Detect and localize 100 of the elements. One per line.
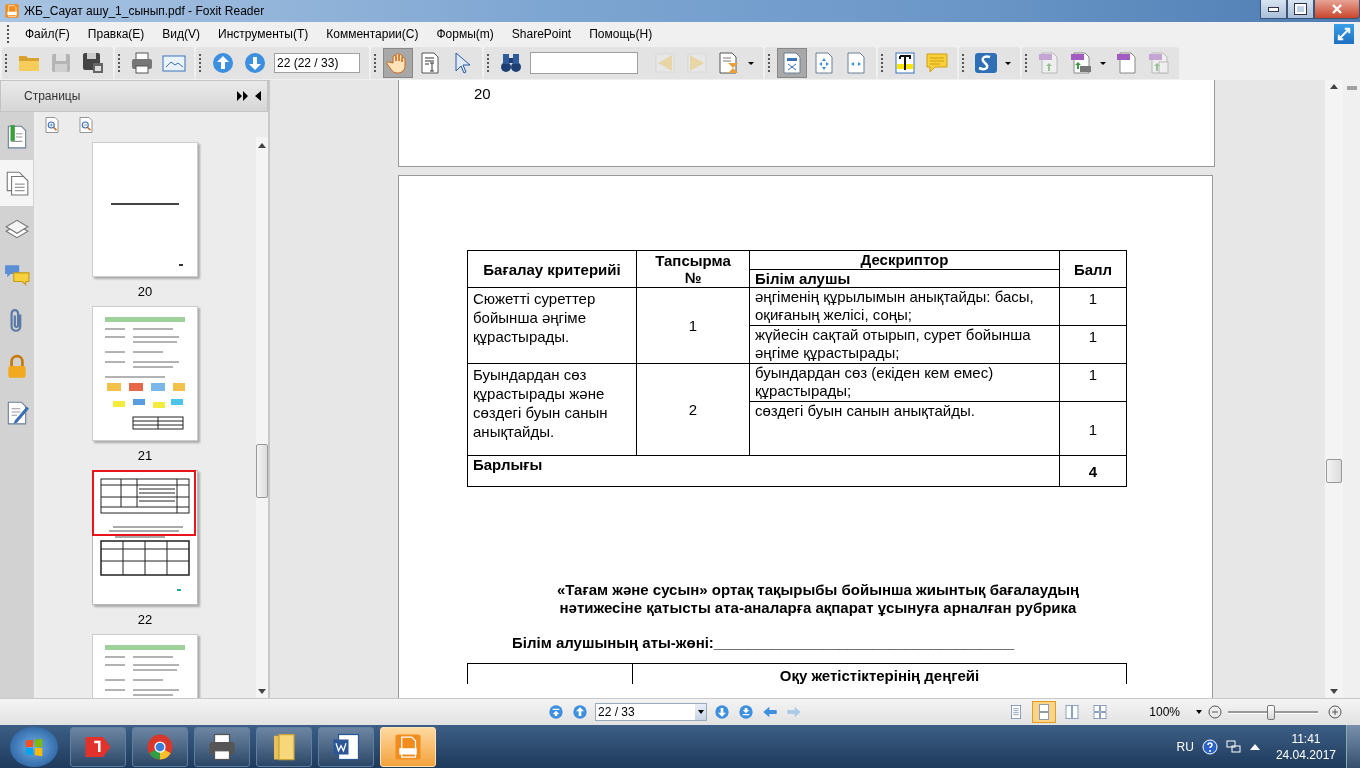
page-number-field[interactable]: 22 / 33 bbox=[595, 703, 707, 721]
viewport-frame[interactable] bbox=[92, 470, 196, 536]
grip-handle[interactable] bbox=[5, 54, 7, 72]
scroll-up-icon[interactable] bbox=[258, 143, 266, 148]
double-arrow-icon[interactable] bbox=[237, 91, 249, 101]
search-field[interactable] bbox=[530, 52, 638, 74]
show-hidden-icons-icon[interactable] bbox=[1249, 743, 1260, 750]
signature-icon bbox=[974, 51, 998, 75]
restore-button[interactable] bbox=[1287, 0, 1314, 19]
yandex-button[interactable] bbox=[70, 726, 126, 767]
network-icon[interactable] bbox=[1225, 738, 1242, 755]
scrollbar[interactable] bbox=[256, 137, 268, 698]
continuous-facing-icon bbox=[1092, 704, 1109, 720]
scrollbar-thumb[interactable] bbox=[256, 444, 268, 498]
grip-handle[interactable] bbox=[7, 25, 9, 43]
last-button[interactable] bbox=[737, 703, 755, 721]
right-arrow-icon bbox=[786, 704, 802, 720]
close-icon bbox=[1331, 3, 1343, 15]
page-thumbnail[interactable] bbox=[92, 306, 198, 441]
actual-size-button[interactable] bbox=[777, 48, 807, 78]
table-cell: 1 bbox=[1059, 401, 1127, 456]
explorer-button[interactable] bbox=[256, 726, 312, 767]
shrink-thumbnails-button[interactable] bbox=[76, 114, 96, 135]
caret-icon[interactable] bbox=[748, 61, 754, 65]
left-arrow-icon bbox=[762, 704, 778, 720]
dropdown-button[interactable] bbox=[695, 704, 706, 720]
collapse-arrow-icon[interactable] bbox=[255, 91, 261, 101]
language-indicator[interactable]: RU bbox=[1176, 739, 1194, 754]
clock-time[interactable]: 11:41 bbox=[1291, 730, 1321, 747]
help-icon[interactable] bbox=[1201, 738, 1218, 755]
typewriter-icon bbox=[893, 51, 917, 75]
caret-icon[interactable] bbox=[1196, 710, 1202, 714]
start-button[interactable] bbox=[10, 726, 58, 767]
fit-page-icon bbox=[812, 51, 836, 75]
caret-icon[interactable] bbox=[1005, 61, 1011, 65]
scrollbar[interactable] bbox=[1325, 80, 1343, 698]
zoom-out-icon[interactable] bbox=[1208, 705, 1222, 719]
grip-handle[interactable] bbox=[768, 54, 770, 72]
table-cell: 1 bbox=[636, 287, 750, 364]
scrollbar-thumb[interactable] bbox=[1326, 459, 1342, 483]
grip-handle[interactable] bbox=[1025, 54, 1027, 72]
show-desktop-button[interactable] bbox=[1346, 725, 1360, 768]
grip-handle[interactable] bbox=[487, 54, 489, 72]
table-cell: сөздегі буын санын анықтайды. bbox=[749, 401, 1060, 456]
caret-icon[interactable] bbox=[1100, 61, 1106, 65]
printer-icon bbox=[130, 51, 154, 75]
table-cell: буындардан сөз (екіден кем емес) құрастырады; bbox=[749, 363, 1060, 402]
first-button[interactable] bbox=[547, 703, 565, 721]
splitter-icon[interactable] bbox=[1346, 84, 1357, 92]
speech-bubble-icon bbox=[925, 51, 949, 75]
zoom-in-icon[interactable] bbox=[1328, 705, 1342, 719]
slider-thumb[interactable] bbox=[1267, 704, 1276, 720]
menu-item[interactable]: Правка(E) bbox=[78, 27, 154, 41]
page-thumbnail[interactable] bbox=[92, 142, 198, 277]
minimize-button[interactable] bbox=[1260, 0, 1287, 19]
enlarge-thumbnails-button[interactable] bbox=[42, 114, 62, 135]
menu-item[interactable]: Помощь(H) bbox=[580, 27, 662, 41]
chrome-button[interactable] bbox=[132, 726, 188, 767]
pdf-document-icon bbox=[1115, 51, 1139, 75]
page-thumbnail[interactable] bbox=[92, 470, 198, 605]
table-cell: 1 bbox=[1059, 363, 1127, 402]
pdf-document-icon bbox=[1037, 51, 1061, 75]
table-cell: 2 bbox=[636, 363, 750, 456]
next-button[interactable] bbox=[713, 703, 731, 721]
panel-title: Страницы bbox=[24, 89, 82, 103]
actual-size-icon bbox=[780, 51, 804, 75]
page-number-label: 20 bbox=[137, 283, 153, 301]
menu-item[interactable]: Инструменты(T) bbox=[209, 27, 318, 41]
scroll-up-icon[interactable] bbox=[1330, 84, 1338, 89]
foxit-button[interactable] bbox=[380, 726, 436, 767]
word-button[interactable] bbox=[318, 726, 374, 767]
menu-item[interactable]: Файл(F) bbox=[16, 27, 79, 41]
printer-icon bbox=[207, 731, 237, 762]
grip-handle[interactable] bbox=[962, 54, 964, 72]
close-button[interactable] bbox=[1314, 0, 1360, 19]
grip-handle[interactable] bbox=[199, 54, 201, 72]
previous-button[interactable] bbox=[571, 703, 589, 721]
menu-item[interactable]: SharePoint bbox=[502, 27, 581, 41]
grip-handle[interactable] bbox=[881, 54, 883, 72]
binoculars-icon bbox=[499, 51, 523, 75]
zoom-out-page-icon bbox=[77, 115, 95, 134]
clock-date[interactable]: 24.04.2017 bbox=[1275, 746, 1336, 763]
continuous-button[interactable] bbox=[1032, 701, 1057, 723]
page-number-field[interactable]: 22 (22 / 33) bbox=[274, 53, 360, 73]
document-icon bbox=[331, 731, 361, 762]
fullscreen-button[interactable] bbox=[1334, 24, 1354, 44]
grip-handle[interactable] bbox=[118, 54, 120, 72]
zoom-value[interactable]: 100% bbox=[1149, 705, 1180, 719]
page-number: 20 bbox=[474, 85, 491, 102]
menu-item[interactable]: Формы(m) bbox=[427, 27, 503, 41]
menu-item[interactable]: Комментарии(C) bbox=[317, 27, 428, 41]
column-header: Бағалау критерийі bbox=[467, 250, 637, 288]
hand-button[interactable] bbox=[383, 48, 413, 78]
menu-item[interactable]: Вид(V) bbox=[153, 27, 210, 41]
page-number-label: 22 bbox=[137, 611, 153, 629]
scroll-down-icon[interactable] bbox=[1330, 689, 1338, 694]
grip-handle[interactable] bbox=[374, 54, 376, 72]
pages-button[interactable] bbox=[0, 160, 33, 206]
scroll-down-icon[interactable] bbox=[258, 689, 266, 694]
printer-button[interactable] bbox=[194, 726, 250, 767]
